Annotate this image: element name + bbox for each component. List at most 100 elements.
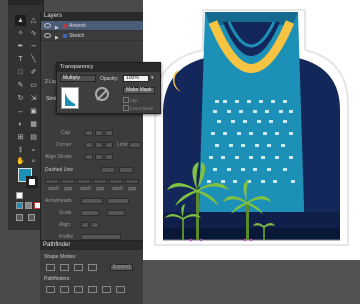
rectangle-tool-icon[interactable]: □: [15, 67, 26, 78]
magic-wand-tool-icon[interactable]: ✧: [15, 28, 26, 39]
limit-input[interactable]: [129, 142, 141, 148]
align-outside-button[interactable]: [105, 154, 113, 160]
transparency-panel: Transparency Multiply Opacity: 100% ▾ Ma…: [56, 62, 161, 114]
arrow-scale-start-input[interactable]: [81, 210, 99, 216]
crop-button[interactable]: [88, 286, 97, 293]
blend-mode-select[interactable]: Multiply: [60, 75, 96, 82]
dash-align-corners-button[interactable]: [119, 167, 133, 173]
pencil-tool-icon[interactable]: ✎: [15, 80, 26, 91]
opacity-dropdown-arrow-icon[interactable]: ▾: [151, 75, 154, 81]
layers-tab[interactable]: Layers: [41, 12, 143, 21]
dash-align-exact-button[interactable]: [101, 167, 115, 173]
opacity-input[interactable]: 100%: [123, 75, 149, 82]
layer-row-artwork[interactable]: ▶ Artwork: [41, 21, 143, 31]
layer-row-sketch[interactable]: ▶ Sketch: [41, 31, 143, 41]
zoom-tool-icon[interactable]: ⌕: [28, 156, 39, 167]
artwork-thumbnail[interactable]: [61, 87, 79, 109]
gap-input-1[interactable]: [61, 179, 75, 184]
exclude-button[interactable]: [88, 264, 97, 271]
invert-mask-checkbox[interactable]: Invert Mask: [123, 105, 153, 111]
eyedropper-tool-icon[interactable]: ‡: [15, 145, 26, 156]
arrow-align-place-button[interactable]: [91, 222, 99, 228]
gap-input-2[interactable]: [93, 179, 107, 184]
curvature-tool-icon[interactable]: ∼: [28, 41, 39, 52]
screen-mode-icon[interactable]: [28, 214, 35, 221]
pathfinder-tab[interactable]: Pathfinder: [40, 241, 143, 250]
arrow-align-extend-button[interactable]: [81, 222, 89, 228]
arrow-scale-end-input[interactable]: [107, 210, 125, 216]
kingdom-tower-artwork[interactable]: [143, 0, 360, 260]
cap-round-button[interactable]: [95, 130, 103, 136]
pathfinder-panel: Pathfinder Shape Modes: Expand Pathfinde…: [40, 240, 143, 304]
shape-builder-tool-icon[interactable]: ◐: [15, 119, 26, 130]
transparency-tab[interactable]: Transparency: [57, 63, 160, 72]
tools-panel-header[interactable]: [8, 0, 43, 5]
dashed-line-checkbox[interactable]: Dashed Line: [45, 167, 73, 173]
pen-tool-icon[interactable]: ✒: [15, 41, 26, 52]
scale-tool-icon[interactable]: ⇲: [28, 93, 39, 104]
visibility-eye-icon[interactable]: [44, 23, 51, 28]
expand-button[interactable]: Expand: [110, 264, 133, 271]
rotate-tool-icon[interactable]: ↻: [15, 93, 26, 104]
default-fill-stroke-icon[interactable]: [16, 192, 23, 199]
eraser-tool-icon[interactable]: ▭: [28, 80, 39, 91]
arrowhead-start-select[interactable]: [81, 198, 103, 204]
trim-button[interactable]: [60, 286, 69, 293]
arrowhead-end-select[interactable]: [107, 198, 129, 204]
make-mask-button[interactable]: Make Mask: [123, 87, 155, 94]
dash-input-1[interactable]: [45, 179, 59, 184]
shape-modes-label: Shape Modes:: [44, 254, 77, 260]
divide-button[interactable]: [46, 286, 55, 293]
corner-round-button[interactable]: [95, 142, 103, 148]
blend-tool-icon[interactable]: ∘: [28, 145, 39, 156]
pathfinders-label: Pathfinders:: [44, 276, 71, 282]
gradient-tool-icon[interactable]: ▤: [28, 132, 39, 143]
selection-tool-icon[interactable]: ▲: [15, 15, 26, 26]
merge-button[interactable]: [74, 286, 83, 293]
scale-label: Scale: [59, 210, 72, 216]
dash-label-3: dash: [112, 186, 123, 192]
minus-back-button[interactable]: [116, 286, 125, 293]
dash-label-2: dash: [80, 186, 91, 192]
layers-panel: Layers ▶ Artwork ▶ Sketch 2 Laye Strok C…: [40, 12, 143, 252]
color-mode-icon[interactable]: [16, 202, 23, 209]
hand-tool-icon[interactable]: ✋: [15, 156, 26, 167]
expand-triangle-icon[interactable]: ▶: [55, 33, 59, 43]
direct-selection-tool-icon[interactable]: △: [28, 15, 39, 26]
dash-input-2[interactable]: [77, 179, 91, 184]
unite-button[interactable]: [46, 264, 55, 271]
gap-label-1: gap: [64, 186, 73, 192]
mesh-tool-icon[interactable]: ⊞: [15, 132, 26, 143]
corner-bevel-button[interactable]: [105, 142, 113, 148]
align-inside-button[interactable]: [95, 154, 103, 160]
pasteboard[interactable]: [143, 260, 360, 304]
gap-input-3[interactable]: [125, 179, 139, 184]
free-transform-tool-icon[interactable]: ▣: [28, 106, 39, 117]
paintbrush-tool-icon[interactable]: ✐: [28, 67, 39, 78]
gap-label-3: gap: [128, 186, 137, 192]
dash-input-3[interactable]: [109, 179, 123, 184]
corner-miter-button[interactable]: [85, 142, 93, 148]
opacity-label: Opacity:: [100, 76, 119, 82]
stroke-swatch[interactable]: [26, 176, 38, 188]
visibility-eye-icon[interactable]: [44, 33, 51, 38]
layer-name-artwork: Artwork: [69, 23, 86, 29]
gradient-mode-icon[interactable]: [25, 202, 32, 209]
intersect-button[interactable]: [74, 264, 83, 271]
layer-name-sketch: Sketch: [69, 33, 85, 39]
draw-mode-icon[interactable]: [16, 214, 23, 221]
cap-projecting-button[interactable]: [105, 130, 113, 136]
opacity-value: 100%: [126, 75, 139, 81]
line-segment-tool-icon[interactable]: ╲: [28, 54, 39, 65]
layer-color-chip: [63, 34, 67, 38]
cap-butt-button[interactable]: [85, 130, 93, 136]
blend-mode-value: Multiply: [63, 75, 80, 81]
width-tool-icon[interactable]: ↔: [15, 106, 26, 117]
align-center-button[interactable]: [85, 154, 93, 160]
perspective-grid-tool-icon[interactable]: ▦: [28, 119, 39, 130]
type-tool-icon[interactable]: T: [15, 54, 26, 65]
minus-front-button[interactable]: [60, 264, 69, 271]
lasso-tool-icon[interactable]: ∿: [28, 28, 39, 39]
outline-button[interactable]: [102, 286, 111, 293]
clip-checkbox[interactable]: Clip: [123, 97, 138, 103]
